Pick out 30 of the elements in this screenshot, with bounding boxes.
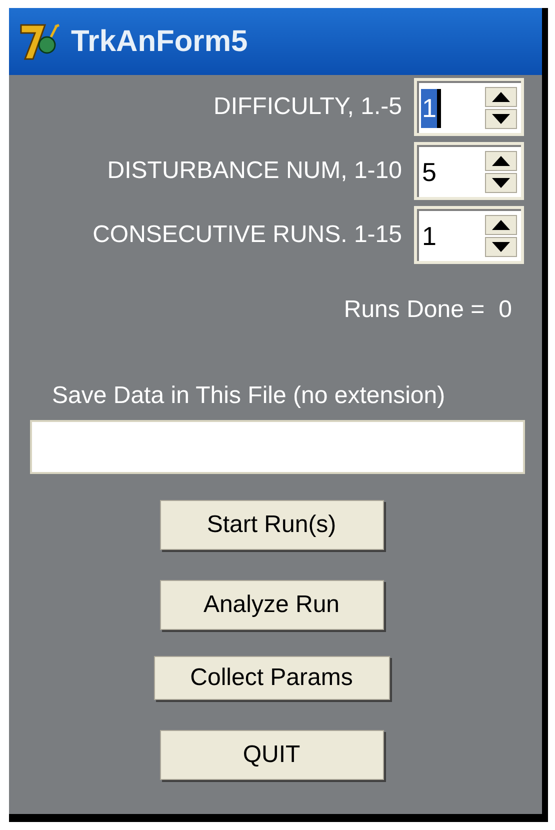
action-button[interactable]: Start Run(s)	[160, 500, 384, 550]
runs-done-value: 0	[498, 295, 512, 325]
down-arrow-icon	[492, 242, 510, 252]
up-arrow-icon	[492, 220, 510, 230]
up-arrow-icon	[492, 156, 510, 166]
spin-down-button[interactable]	[485, 237, 517, 257]
spin-up-button[interactable]	[485, 87, 517, 107]
spin-field[interactable]: 1	[414, 78, 524, 136]
down-arrow-icon	[492, 178, 510, 188]
spin-value: 5	[421, 156, 438, 188]
runs-done-label: Runs Done =	[344, 295, 485, 325]
window-title: TrkAnForm5	[71, 24, 248, 60]
spin-up-button[interactable]	[485, 215, 517, 235]
action-button[interactable]: Analyze Run	[160, 580, 384, 630]
spin-value: 1	[421, 220, 438, 252]
spin-down-button[interactable]	[485, 109, 517, 129]
spin-field[interactable]: 1	[414, 206, 524, 264]
spinner-label: CONSECUTIVE RUNS. 1-15	[92, 220, 402, 250]
spin-down-button[interactable]	[485, 173, 517, 193]
spin-value: 1	[421, 88, 442, 128]
file-name-field[interactable]	[30, 420, 525, 474]
down-arrow-icon	[492, 114, 510, 124]
spin-field[interactable]: 5	[414, 142, 524, 200]
spinner-label: DISTURBANCE NUM, 1-10	[107, 156, 402, 186]
save-file-label: Save Data in This File (no extension)	[52, 381, 446, 411]
action-button[interactable]: QUIT	[160, 730, 384, 780]
spin-up-button[interactable]	[485, 151, 517, 171]
spinner-label: DIFFICULTY, 1.-5	[214, 92, 402, 122]
up-arrow-icon	[492, 92, 510, 102]
action-button[interactable]: Collect Params	[154, 656, 390, 700]
